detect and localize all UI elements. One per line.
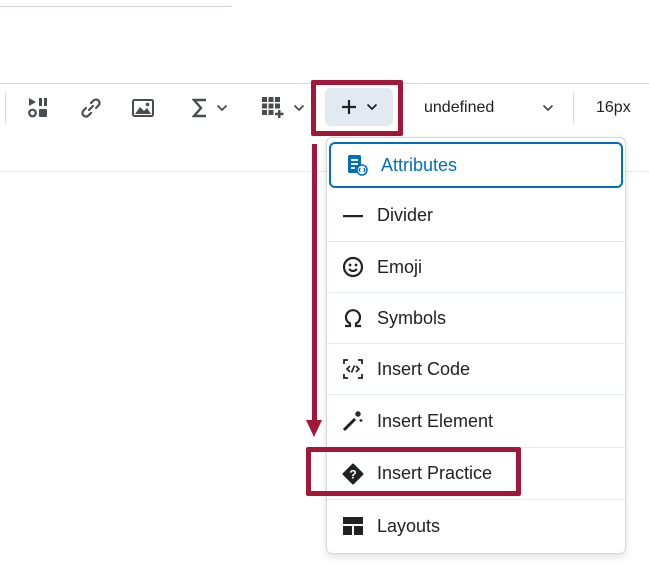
top-divider xyxy=(0,6,232,7)
link-icon xyxy=(81,98,101,118)
menu-item-label: Attributes xyxy=(381,154,458,175)
chevron-down-icon xyxy=(216,104,228,112)
annotation-arrow-line xyxy=(312,144,317,424)
table-icon xyxy=(262,97,284,118)
emoji-icon xyxy=(341,255,365,279)
toolbar-separator xyxy=(5,93,6,123)
menu-item-label: Insert Code xyxy=(377,358,471,379)
font-family-select[interactable]: undefined xyxy=(410,92,568,124)
annotation-arrow-head xyxy=(306,420,322,437)
insert-button-highlight xyxy=(311,80,403,136)
toolbar-separator xyxy=(573,93,574,123)
sigma-icon xyxy=(192,98,206,118)
divider-icon xyxy=(341,204,365,228)
menu-item-label: Emoji xyxy=(377,256,423,277)
chevron-down-icon xyxy=(293,104,305,112)
insert-equation-button[interactable] xyxy=(186,94,234,122)
menu-item-label: Layouts xyxy=(377,515,441,536)
font-family-value: undefined xyxy=(424,99,495,116)
menu-item-symbols[interactable]: Symbols xyxy=(327,293,625,344)
insert-table-button[interactable] xyxy=(258,94,308,122)
code-icon xyxy=(341,357,365,381)
insert-practice-highlight xyxy=(306,447,521,496)
menu-item-label: Symbols xyxy=(377,307,447,328)
menu-item-divider[interactable]: Divider xyxy=(327,190,625,242)
font-size-select[interactable]: 16px xyxy=(580,92,649,124)
omega-icon xyxy=(341,306,365,330)
insert-image-button[interactable] xyxy=(130,96,156,120)
menu-item-label: Divider xyxy=(377,205,434,225)
menu-item-insert-element[interactable]: Insert Element xyxy=(327,395,625,448)
menu-item-layouts[interactable]: Layouts xyxy=(327,500,625,552)
chevron-down-icon xyxy=(542,104,554,112)
magic-wand-icon xyxy=(341,409,365,433)
insert-link-button[interactable] xyxy=(78,94,104,122)
attributes-icon xyxy=(345,153,369,177)
menu-item-attributes[interactable]: Attributes xyxy=(329,142,623,188)
media-icon xyxy=(28,98,47,118)
layout-icon xyxy=(341,514,365,538)
menu-item-insert-code[interactable]: Insert Code xyxy=(327,344,625,395)
menu-item-label: Insert Element xyxy=(377,410,494,431)
insert-media-button[interactable] xyxy=(25,94,51,122)
image-icon xyxy=(132,99,154,117)
menu-item-emoji[interactable]: Emoji xyxy=(327,242,625,293)
font-size-value: 16px xyxy=(596,99,631,116)
